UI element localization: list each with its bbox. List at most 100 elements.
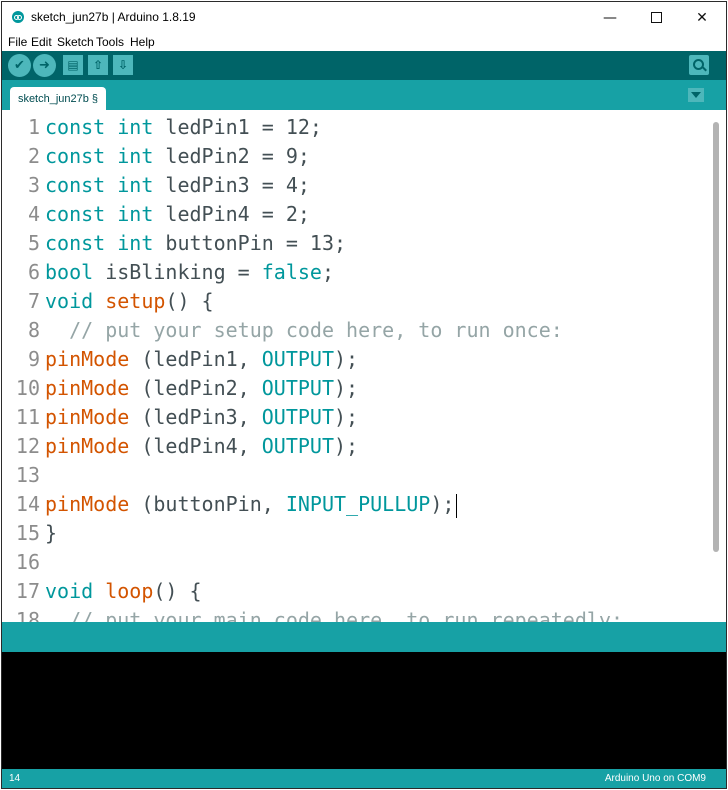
code-text: const int ledPin3 = 4; [45,173,310,197]
new-file-icon: ▤ [67,58,79,72]
code-text: const int buttonPin = 13; [45,231,346,255]
menu-tools[interactable]: Tools [96,35,124,49]
code-token: int [117,115,154,139]
code-line[interactable]: 6 bool isBlinking = false; [2,258,702,287]
window-title: sketch_jun27b | Arduino 1.8.19 [31,10,196,24]
upload-button[interactable]: ➜ [33,54,56,77]
code-token: } [45,521,58,545]
code-token: ); [334,347,359,371]
arrow-up-icon: ⇧ [92,58,104,72]
code-line[interactable]: 13 [2,461,702,490]
code-line[interactable]: 15} [2,519,702,548]
maximize-icon [650,12,662,23]
line-number: 10 [15,376,40,400]
code-text: const int ledPin2 = 9; [45,144,310,168]
tab-menu-button[interactable] [688,88,704,102]
console-output[interactable] [2,652,726,769]
code-token: const [45,202,106,226]
code-token: ; [321,260,335,284]
minimize-button[interactable]: — [587,2,633,33]
status-board: Arduino Uno on COM9 [604,773,706,784]
menu-edit[interactable]: Edit [31,35,52,49]
code-line[interactable]: 11 pinMode (ledPin3, OUTPUT); [2,403,702,432]
code-line[interactable]: 10 pinMode (ledPin2, OUTPUT); [2,374,702,403]
code-token: ledPin4 = 2; [153,202,310,226]
code-line[interactable]: 8 // put your setup code here, to run on… [2,316,702,345]
code-line[interactable]: 12 pinMode (ledPin4, OUTPUT); [2,432,702,461]
line-number: 16 [15,550,40,574]
code-text: pinMode (buttonPin, INPUT_PULLUP); [45,492,458,518]
code-line[interactable]: 14 pinMode (buttonPin, INPUT_PULLUP); [2,490,702,519]
code-token: void [45,289,94,313]
toolbar: ✔ ➜ ▤ ⇧ ⇩ [2,51,726,80]
magnifier-handle [702,66,707,72]
code-text: bool isBlinking = false; [45,260,334,284]
code-editor[interactable]: 1 const int ledPin1 = 12; 2 const int ledPi… [2,110,726,622]
code-line[interactable]: 4 const int ledPin4 = 2; [2,200,702,229]
code-line[interactable]: 5 const int buttonPin = 13; [2,229,702,258]
tab-sketch[interactable]: sketch_jun27b § [10,87,106,110]
code-token: int [117,144,154,168]
code-text: } [45,521,57,545]
code-line[interactable]: 7 void setup() { [2,287,702,316]
code-token: OUTPUT [261,376,334,400]
code-line[interactable]: 16 [2,548,702,577]
close-button[interactable]: ✕ [679,2,725,33]
code-line[interactable]: 9 pinMode (ledPin1, OUTPUT); [2,345,702,374]
code-token: const [45,115,106,139]
code-text: // put your main code here, to run repea… [45,608,623,622]
code-token: () { [153,579,202,603]
open-sketch-button[interactable]: ⇧ [88,55,108,75]
code-text: pinMode (ledPin4, OUTPUT); [45,434,358,458]
line-number: 18 [15,608,40,622]
line-number: 4 [27,202,40,226]
code-token: OUTPUT [261,405,334,429]
arrow-down-icon: ⇩ [117,58,129,72]
code-line[interactable]: 2 const int ledPin2 = 9; [2,142,702,171]
line-number: 1 [27,115,40,139]
code-line[interactable]: 17 void loop() { [2,577,702,606]
code-text: pinMode (ledPin2, OUTPUT); [45,376,358,400]
save-sketch-button[interactable]: ⇩ [113,55,133,75]
arduino-logo-icon [12,11,24,23]
line-number: 8 [27,318,40,342]
code-token: (ledPin3, [129,405,262,429]
code-token: ledPin2 = 9; [153,144,310,168]
maximize-button[interactable] [633,2,679,33]
code-line[interactable]: 18 // put your main code here, to run re… [2,606,702,622]
arduino-ide-window: sketch_jun27b | Arduino 1.8.19 — ✕ File … [1,1,727,789]
code-token: void [45,579,94,603]
code-line[interactable]: 1 const int ledPin1 = 12; [2,113,702,142]
menu-help[interactable]: Help [130,35,155,49]
editor-scrollbar[interactable] [713,122,719,552]
console-header [2,622,726,652]
code-token: pinMode [45,347,130,371]
serial-monitor-button[interactable] [689,55,709,75]
title-bar: sketch_jun27b | Arduino 1.8.19 — ✕ [2,2,726,33]
verify-button[interactable]: ✔ [8,54,31,77]
code-token: isBlinking = [93,260,262,284]
line-number: 2 [27,144,40,168]
code-token: ); [334,434,359,458]
code-token: // put your setup code here, to run once… [69,318,563,342]
code-token: OUTPUT [261,434,334,458]
code-line[interactable]: 3 const int ledPin3 = 4; [2,171,702,200]
menu-file[interactable]: File [8,35,27,49]
code-token: pinMode [45,434,130,458]
code-token: int [117,231,154,255]
line-number: 7 [27,289,40,313]
code-text: pinMode (ledPin1, OUTPUT); [45,347,358,371]
code-token: ); [334,376,359,400]
code-token: const [45,144,106,168]
code-token: pinMode [45,405,130,429]
new-sketch-button[interactable]: ▤ [63,55,83,75]
code-token: ledPin3 = 4; [153,173,310,197]
menu-sketch[interactable]: Sketch [57,35,94,49]
